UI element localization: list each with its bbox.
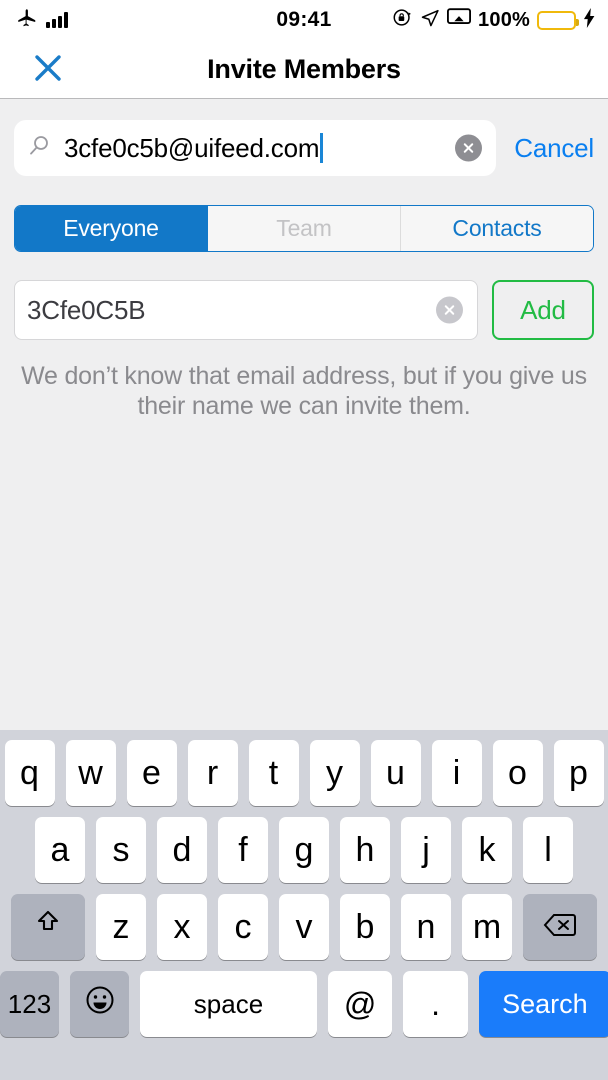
name-row: 3Cfe0C5B Add — [14, 280, 594, 340]
period-key[interactable]: . — [403, 971, 468, 1037]
key-b[interactable]: b — [340, 894, 390, 960]
key-u[interactable]: u — [370, 740, 421, 806]
key-w[interactable]: w — [65, 740, 116, 806]
segment-contacts[interactable]: Contacts — [401, 206, 593, 251]
navigation-bar: Invite Members — [0, 40, 608, 99]
key-x[interactable]: x — [157, 894, 207, 960]
segment-team: Team — [208, 206, 401, 251]
keyboard-row-1: q w e r t y u i o p — [0, 740, 608, 806]
key-f[interactable]: f — [218, 817, 268, 883]
status-bar-right: 100% — [392, 0, 596, 40]
key-h[interactable]: h — [340, 817, 390, 883]
key-a[interactable]: a — [35, 817, 85, 883]
key-d[interactable]: d — [157, 817, 207, 883]
search-magnifier-icon — [26, 133, 52, 164]
at-key[interactable]: @ — [327, 971, 393, 1037]
key-g[interactable]: g — [279, 817, 329, 883]
shift-key[interactable] — [11, 894, 85, 960]
key-o[interactable]: o — [492, 740, 543, 806]
emoji-smiley-icon — [85, 985, 115, 1023]
key-c[interactable]: c — [218, 894, 268, 960]
add-button[interactable]: Add — [492, 280, 594, 340]
search-key[interactable]: Search — [478, 971, 608, 1037]
key-s[interactable]: s — [96, 817, 146, 883]
segment-everyone[interactable]: Everyone — [15, 206, 208, 251]
status-time: 09:41 — [276, 8, 332, 31]
key-t[interactable]: t — [248, 740, 299, 806]
screen-mirroring-icon — [447, 7, 472, 33]
lightning-bolt-icon — [583, 7, 596, 33]
keyboard-row-2: a s d f g h j k l — [0, 817, 608, 883]
backspace-key[interactable] — [523, 894, 597, 960]
helper-text: We don’t know that email address, but if… — [21, 362, 587, 420]
key-e[interactable]: e — [126, 740, 177, 806]
battery-percent: 100% — [478, 8, 530, 31]
audience-segmented-control: Everyone Team Contacts — [14, 205, 594, 252]
search-row: 3cfe0c5b@uifeed.com Cancel — [0, 100, 608, 196]
emoji-key[interactable] — [70, 971, 129, 1037]
keyboard-row-3: z x c v b n m — [0, 894, 608, 960]
search-input[interactable]: 3cfe0c5b@uifeed.com — [14, 120, 497, 176]
name-clear-button[interactable] — [436, 296, 463, 324]
space-key[interactable]: space — [140, 971, 317, 1037]
key-p[interactable]: p — [553, 740, 604, 806]
keyboard-row-4: 123 space @ . Search — [0, 971, 608, 1037]
location-arrow-icon — [420, 8, 440, 33]
key-n[interactable]: n — [401, 894, 451, 960]
status-bar: 09:41 100% — [0, 0, 608, 40]
key-i[interactable]: i — [431, 740, 482, 806]
on-screen-keyboard: q w e r t y u i o p a s d f g h j k l z … — [0, 730, 608, 1080]
key-k[interactable]: k — [462, 817, 512, 883]
battery-full-icon — [537, 10, 579, 30]
search-input-value: 3cfe0c5b@uifeed.com — [64, 132, 320, 163]
key-r[interactable]: r — [187, 740, 238, 806]
search-clear-button[interactable] — [455, 134, 483, 162]
page-title: Invite Members — [207, 54, 401, 84]
invite-members-screen: 09:41 100% Invite Members 3cfe0c5b@uifee… — [0, 0, 608, 1080]
key-m[interactable]: m — [462, 894, 512, 960]
key-v[interactable]: v — [279, 894, 329, 960]
shift-arrow-icon — [33, 908, 63, 947]
key-y[interactable]: y — [309, 740, 360, 806]
cancel-button[interactable]: Cancel — [514, 133, 594, 164]
name-input[interactable]: 3Cfe0C5B — [14, 280, 478, 340]
key-l[interactable]: l — [523, 817, 573, 883]
backspace-delete-icon — [543, 908, 577, 947]
key-z[interactable]: z — [96, 894, 146, 960]
text-caret — [320, 133, 324, 163]
numbers-key[interactable]: 123 — [0, 971, 59, 1037]
rotation-lock-icon — [392, 7, 413, 33]
key-q[interactable]: q — [4, 740, 55, 806]
key-j[interactable]: j — [401, 817, 451, 883]
name-input-value: 3Cfe0C5B — [27, 294, 146, 325]
